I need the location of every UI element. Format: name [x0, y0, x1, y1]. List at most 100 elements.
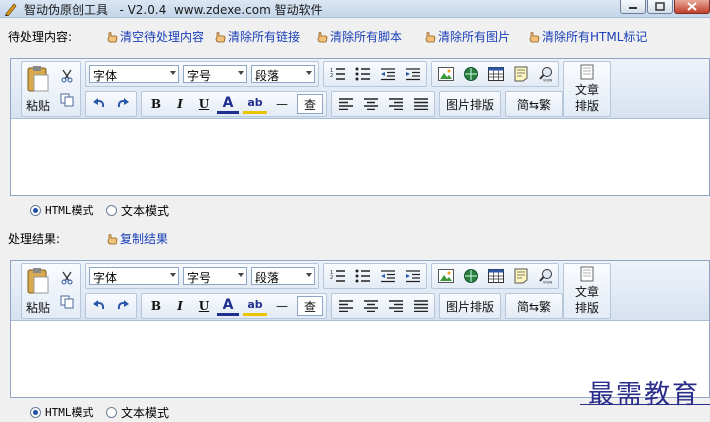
- align-center-button[interactable]: [360, 296, 382, 316]
- cut-button[interactable]: [57, 67, 77, 85]
- svg-text:2: 2: [330, 275, 333, 281]
- cut-button[interactable]: [57, 269, 77, 287]
- font-color-button[interactable]: A: [217, 296, 239, 316]
- bold-button[interactable]: B: [145, 296, 167, 316]
- preview-button[interactable]: view: [535, 266, 557, 286]
- chevron-down-icon: [238, 71, 244, 75]
- input-html-mode-radio[interactable]: HTML模式: [30, 202, 94, 218]
- insert-flash-button[interactable]: [460, 64, 482, 84]
- italic-button[interactable]: I: [169, 94, 191, 114]
- table-icon: [488, 67, 504, 81]
- ordered-list-button[interactable]: 12: [327, 266, 349, 286]
- copy-button[interactable]: [57, 293, 77, 311]
- paragraph-select[interactable]: 段落: [251, 267, 315, 285]
- undo-button[interactable]: [88, 94, 110, 114]
- minimize-button[interactable]: [620, 0, 646, 14]
- convert-label: 简⇆繁: [516, 299, 552, 314]
- paste-label[interactable]: 粘贴: [23, 97, 53, 113]
- font-size-select[interactable]: 字号: [183, 65, 247, 83]
- globe-media-icon: [464, 269, 478, 283]
- font-size-value: 字号: [187, 271, 212, 285]
- highlight-button[interactable]: ab: [243, 296, 267, 316]
- insert-note-button[interactable]: [510, 266, 532, 286]
- maximize-button[interactable]: [647, 0, 673, 14]
- input-editor-body[interactable]: [11, 119, 709, 195]
- justify-icon: [414, 98, 428, 110]
- remove-links-link[interactable]: 清除所有链接: [214, 28, 300, 45]
- redo-button[interactable]: [112, 296, 134, 316]
- font-family-select[interactable]: 字体: [89, 267, 179, 285]
- paragraph-select[interactable]: 段落: [251, 65, 315, 83]
- insert-table-button[interactable]: [485, 64, 507, 84]
- title-bar: 智动伪原创工具 - V2.0.4 www.zdexe.com 智动软件: [0, 0, 710, 18]
- outdent-button[interactable]: [377, 64, 399, 84]
- remove-images-link[interactable]: 清除所有图片: [424, 28, 510, 45]
- horizontal-rule-button[interactable]: —: [271, 296, 293, 316]
- output-html-mode-radio[interactable]: HTML模式: [30, 404, 94, 420]
- window-title: 智动伪原创工具 - V2.0.4 www.zdexe.com 智动软件: [24, 3, 323, 17]
- document-icon: [580, 64, 594, 80]
- find-button[interactable]: 查: [297, 94, 323, 114]
- clear-input-link[interactable]: 清空待处理内容: [106, 28, 204, 45]
- text-mode-label: 文本模式: [121, 406, 170, 420]
- undo-button[interactable]: [88, 296, 110, 316]
- insert-note-button[interactable]: [510, 64, 532, 84]
- insert-table-button[interactable]: [485, 266, 507, 286]
- align-right-button[interactable]: [385, 94, 407, 114]
- output-editor-toolbar: 粘贴 字体 字号 段落 12 view 文章 排版 B I U A ab — 查…: [11, 261, 709, 321]
- unordered-list-button[interactable]: [352, 266, 374, 286]
- align-left-button[interactable]: [335, 94, 357, 114]
- ordered-list-button[interactable]: 12: [327, 64, 349, 84]
- paste-button[interactable]: [23, 265, 53, 297]
- remove-scripts-link[interactable]: 清除所有脚本: [316, 28, 402, 45]
- input-text-mode-radio[interactable]: 文本模式: [106, 202, 169, 219]
- underline-button[interactable]: U: [193, 296, 215, 316]
- insert-flash-button[interactable]: [460, 266, 482, 286]
- font-family-value: 字体: [93, 271, 118, 285]
- table-icon: [488, 269, 504, 283]
- close-button[interactable]: [674, 0, 710, 14]
- align-right-icon: [389, 300, 403, 312]
- indent-button[interactable]: [402, 266, 424, 286]
- ordered-list-icon: 12: [330, 270, 345, 282]
- font-color-button[interactable]: A: [217, 94, 239, 114]
- horizontal-rule-button[interactable]: —: [271, 94, 293, 114]
- bold-button[interactable]: B: [145, 94, 167, 114]
- clipboard-icon: [27, 268, 49, 294]
- outdent-button[interactable]: [377, 266, 399, 286]
- copy-button[interactable]: [57, 91, 77, 109]
- remove-html-tags-link[interactable]: 清除所有HTML标记: [528, 28, 647, 45]
- pointing-hand-icon: [425, 31, 436, 42]
- scissors-icon: [61, 69, 73, 83]
- justify-button[interactable]: [410, 296, 432, 316]
- paste-button[interactable]: [23, 63, 53, 95]
- redo-button[interactable]: [112, 94, 134, 114]
- paste-label[interactable]: 粘贴: [23, 299, 53, 315]
- insert-image-button[interactable]: [435, 266, 457, 286]
- svg-text:view: view: [543, 78, 553, 83]
- justify-button[interactable]: [410, 94, 432, 114]
- font-size-select[interactable]: 字号: [183, 267, 247, 285]
- copy-result-label: 复制结果: [120, 232, 169, 246]
- copy-result-link[interactable]: 复制结果: [106, 230, 168, 247]
- font-family-select[interactable]: 字体: [89, 65, 179, 83]
- align-left-icon: [339, 300, 353, 312]
- align-right-button[interactable]: [385, 296, 407, 316]
- align-center-button[interactable]: [360, 94, 382, 114]
- preview-button[interactable]: view: [535, 64, 557, 84]
- indent-button[interactable]: [402, 64, 424, 84]
- underline-button[interactable]: U: [193, 94, 215, 114]
- text-mode-label: 文本模式: [121, 204, 170, 218]
- note-icon: [514, 268, 528, 284]
- insert-image-button[interactable]: [435, 64, 457, 84]
- align-left-button[interactable]: [335, 296, 357, 316]
- svg-text:2: 2: [330, 73, 333, 79]
- ordered-list-icon: 12: [330, 68, 345, 80]
- italic-button[interactable]: I: [169, 296, 191, 316]
- clear-input-label: 清空待处理内容: [120, 30, 205, 44]
- unordered-list-button[interactable]: [352, 64, 374, 84]
- outdent-icon: [381, 270, 395, 283]
- output-text-mode-radio[interactable]: 文本模式: [106, 404, 169, 421]
- highlight-button[interactable]: ab: [243, 94, 267, 114]
- find-button[interactable]: 查: [297, 296, 323, 316]
